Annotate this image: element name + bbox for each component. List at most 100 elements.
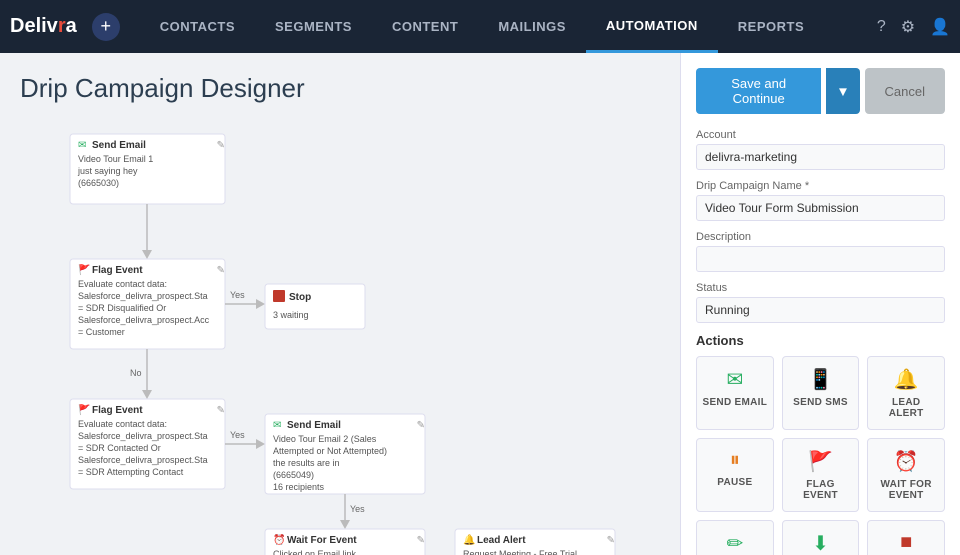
- header: Delivra + CONTACTS SEGMENTS CONTENT MAIL…: [0, 0, 960, 53]
- description-field-group: Description: [696, 231, 945, 272]
- svg-text:= SDR Contacted Or: = SDR Contacted Or: [78, 443, 161, 453]
- svg-text:✎: ✎: [417, 420, 425, 431]
- svg-text:✎: ✎: [217, 265, 225, 276]
- svg-text:3 waiting: 3 waiting: [273, 310, 309, 320]
- lead-alert-icon: 🔔: [894, 367, 919, 392]
- save-dropdown-button[interactable]: ▼: [826, 68, 859, 114]
- svg-text:⏰: ⏰: [273, 533, 285, 546]
- nav-automation[interactable]: AUTOMATION: [586, 0, 718, 53]
- action-export-csv[interactable]: ⬇ EXPORT CSV: [782, 520, 860, 555]
- svg-text:Attempted or Not Attempted): Attempted or Not Attempted): [273, 446, 387, 456]
- actions-title: Actions: [696, 333, 945, 348]
- send-email-label: SEND EMAIL: [702, 397, 767, 408]
- action-lead-alert[interactable]: 🔔 LEAD ALERT: [867, 356, 945, 430]
- svg-text:Lead Alert: Lead Alert: [477, 535, 526, 546]
- campaign-name-label: Drip Campaign Name *: [696, 180, 945, 192]
- status-field-group: Status: [696, 282, 945, 323]
- svg-text:✎: ✎: [607, 535, 615, 546]
- account-label: Account: [696, 129, 945, 141]
- svg-text:✎: ✎: [217, 405, 225, 416]
- action-send-sms[interactable]: 📱 SEND SMS: [782, 356, 860, 430]
- svg-text:= Customer: = Customer: [78, 327, 125, 337]
- main-nav: CONTACTS SEGMENTS CONTENT MAILINGS AUTOM…: [140, 0, 877, 53]
- help-icon[interactable]: ?: [877, 18, 886, 36]
- svg-text:🚩: 🚩: [78, 403, 90, 416]
- send-sms-icon: 📱: [808, 367, 833, 392]
- status-input[interactable]: [696, 297, 945, 323]
- account-input[interactable]: [696, 144, 945, 170]
- cancel-button[interactable]: Cancel: [865, 68, 945, 114]
- action-stop[interactable]: ■ STOP: [867, 520, 945, 555]
- node-send-email-1[interactable]: ✉ Send Email ✎ Video Tour Email 1 just s…: [70, 134, 225, 204]
- action-flag-event[interactable]: 🚩 FLAG EVENT: [782, 438, 860, 512]
- node-wait-for-event-1[interactable]: ⏰ Wait For Event ✎ Clicked on Email link…: [265, 529, 425, 555]
- add-button[interactable]: +: [92, 13, 120, 41]
- svg-text:Yes: Yes: [230, 290, 245, 300]
- svg-text:Wait For Event: Wait For Event: [287, 535, 357, 546]
- svg-text:Salesforce_delivra_prospect.St: Salesforce_delivra_prospect.Sta: [78, 291, 208, 301]
- svg-text:Evaluate contact data:: Evaluate contact data:: [78, 279, 167, 289]
- nav-contacts[interactable]: CONTACTS: [140, 0, 255, 53]
- svg-text:just saying hey: just saying hey: [77, 166, 138, 176]
- action-send-email[interactable]: ✉ SEND EMAIL: [696, 356, 774, 430]
- nav-content[interactable]: CONTENT: [372, 0, 478, 53]
- campaign-name-field-group: Drip Campaign Name *: [696, 180, 945, 221]
- svg-text:(6665049): (6665049): [273, 470, 314, 480]
- logo: Delivra: [10, 15, 77, 38]
- svg-text:Video Tour Email 1: Video Tour Email 1: [78, 154, 153, 164]
- svg-text:✎: ✎: [417, 535, 425, 546]
- settings-icon[interactable]: ⚙: [901, 17, 915, 37]
- flow-diagram: ✉ Send Email ✎ Video Tour Email 1 just s…: [20, 124, 640, 555]
- campaign-name-input[interactable]: [696, 195, 945, 221]
- svg-text:Salesforce_delivra_prospect.Ac: Salesforce_delivra_prospect.Acc: [78, 315, 210, 325]
- flag-event-label: FLAG EVENT: [788, 479, 854, 501]
- action-pause[interactable]: ⏸ PAUSE: [696, 438, 774, 512]
- user-icon[interactable]: 👤: [930, 17, 950, 37]
- svg-text:Salesforce_delivra_prospect.St: Salesforce_delivra_prospect.Sta: [78, 431, 208, 441]
- export-csv-icon: ⬇: [812, 531, 829, 555]
- account-field-group: Account: [696, 129, 945, 170]
- node-lead-alert-1[interactable]: 🔔 Lead Alert ✎ Request Meeting - Free Tr…: [455, 529, 615, 555]
- svg-text:the results are in: the results are in: [273, 458, 340, 468]
- status-label: Status: [696, 282, 945, 294]
- svg-text:Flag Event: Flag Event: [92, 265, 143, 276]
- designer-area: Drip Campaign Designer ✉ Send Email ✎ Vi…: [0, 53, 680, 555]
- node-send-email-2[interactable]: ✉ Send Email ✎ Video Tour Email 2 (Sales…: [265, 414, 425, 494]
- flag-event-icon: 🚩: [808, 449, 833, 474]
- nav-reports[interactable]: REPORTS: [718, 0, 824, 53]
- action-wait-for-event[interactable]: ⏰ WAIT FOR EVENT: [867, 438, 945, 512]
- svg-text:Video Tour Email 2 (Sales: Video Tour Email 2 (Sales: [273, 434, 377, 444]
- svg-text:🔔: 🔔: [463, 534, 475, 546]
- save-continue-button[interactable]: Save and Continue: [696, 68, 821, 114]
- lead-alert-label: LEAD ALERT: [873, 397, 939, 419]
- toolbar: Save and Continue ▼ Cancel: [696, 68, 945, 114]
- pause-label: PAUSE: [717, 477, 752, 488]
- node-flag-event-1[interactable]: 🚩 Flag Event ✎ Evaluate contact data: Sa…: [70, 259, 225, 349]
- svg-text:✉: ✉: [78, 140, 86, 151]
- description-input[interactable]: [696, 246, 945, 272]
- node-stop-1[interactable]: Stop 3 waiting: [265, 284, 365, 329]
- wait-for-event-icon: ⏰: [894, 449, 919, 474]
- svg-text:Clicked on Email link: Clicked on Email link: [273, 549, 357, 555]
- action-update-field[interactable]: ✏ UPDATE FIELD: [696, 520, 774, 555]
- node-flag-event-2[interactable]: 🚩 Flag Event ✎ Evaluate contact data: Sa…: [70, 399, 225, 489]
- pause-icon: ⏸: [730, 449, 740, 472]
- svg-text:16 recipients: 16 recipients: [273, 482, 325, 492]
- svg-text:Request Meeting - Free Trial: Request Meeting - Free Trial: [463, 549, 577, 555]
- logo-text: Delivra: [10, 15, 77, 38]
- send-email-icon: ✉: [726, 367, 743, 392]
- svg-text:Flag Event: Flag Event: [92, 405, 143, 416]
- svg-text:Yes: Yes: [230, 430, 245, 440]
- svg-text:✉: ✉: [273, 420, 281, 431]
- svg-text:= SDR Attempting Contact: = SDR Attempting Contact: [78, 467, 184, 477]
- header-icons: ? ⚙ 👤: [877, 17, 950, 37]
- sidebar: Save and Continue ▼ Cancel Account Drip …: [680, 53, 960, 555]
- actions-grid: ✉ SEND EMAIL 📱 SEND SMS 🔔 LEAD ALERT ⏸ P…: [696, 356, 945, 555]
- nav-mailings[interactable]: MAILINGS: [478, 0, 586, 53]
- svg-text:(6665030): (6665030): [78, 178, 119, 188]
- svg-text:Send Email: Send Email: [287, 420, 341, 431]
- main-content: Drip Campaign Designer ✉ Send Email ✎ Vi…: [0, 53, 960, 555]
- description-label: Description: [696, 231, 945, 243]
- nav-segments[interactable]: SEGMENTS: [255, 0, 372, 53]
- send-sms-label: SEND SMS: [793, 397, 848, 408]
